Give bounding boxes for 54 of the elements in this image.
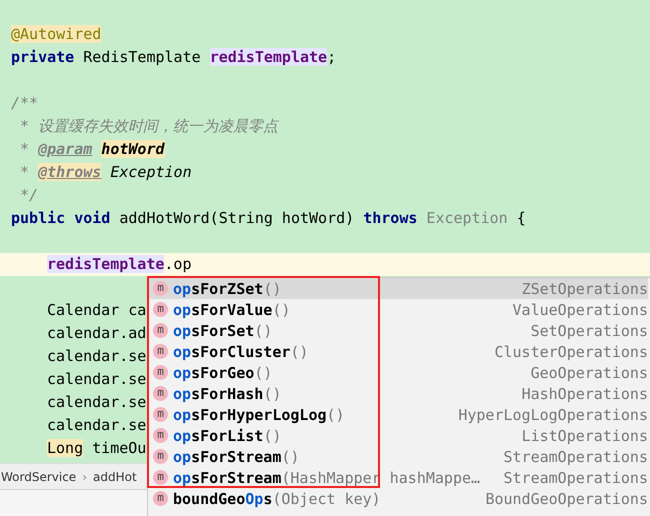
code-token: {	[516, 209, 526, 227]
completion-item[interactable]: m opsForCluster() ClusterOperations	[148, 341, 648, 362]
method-icon: m	[153, 365, 168, 380]
completion-item[interactable]: m opsForList() ListOperations	[148, 425, 648, 446]
code-token: calendar.se	[47, 416, 146, 434]
code-token: *	[19, 163, 30, 181]
method-icon: m	[153, 344, 168, 359]
code-token: Exception	[425, 209, 508, 227]
completion-item[interactable]: m opsForValue() ValueOperations	[148, 299, 648, 320]
code-token: ;	[327, 48, 336, 66]
code-token: Long	[47, 439, 84, 457]
method-icon: m	[153, 428, 168, 443]
method-icon: m	[153, 302, 168, 317]
code-token: hotWord	[101, 140, 165, 158]
code-token: * 设置缓存失效时间，统一为凌晨零点	[19, 117, 278, 135]
method-icon: m	[153, 491, 168, 506]
method-icon: m	[153, 407, 168, 422]
code-token: void	[73, 209, 110, 227]
code-token: @throws	[38, 163, 102, 181]
method-icon: m	[153, 281, 168, 296]
breadcrumb-item[interactable]: WordService	[1, 470, 76, 484]
completion-item[interactable]: m opsForHash() HashOperations	[148, 383, 648, 404]
code-token: public	[11, 209, 66, 227]
method-icon: m	[153, 386, 168, 401]
code-token: calendar.se	[47, 347, 146, 365]
code-token: addHotWord(String hotWord)	[118, 209, 356, 227]
code-token: */	[19, 186, 38, 204]
completion-item[interactable]: m boundGeoOps(Object key) BoundGeoOperations	[148, 488, 648, 509]
completion-item[interactable]: m opsForStream() StreamOperations	[148, 446, 648, 467]
code-token: .op	[164, 255, 192, 273]
code-token: @param	[38, 140, 92, 158]
code-token: calendar.se	[47, 393, 146, 411]
separator-glyph: ›	[82, 470, 88, 484]
method-icon: m	[153, 323, 168, 338]
breadcrumb-item[interactable]: addHot	[93, 470, 137, 484]
completion-item[interactable]: m opsForZSet() ZSetOperations	[148, 278, 648, 299]
completion-item[interactable]: m opsForSet() SetOperations	[148, 320, 648, 341]
code-token: Exception	[109, 163, 192, 181]
completion-item[interactable]: m opsForHyperLogLog() HyperLogLogOperations	[148, 404, 648, 425]
code-token: redisTemplate	[210, 48, 328, 66]
code-token: throws	[363, 209, 418, 227]
method-icon: m	[153, 449, 168, 464]
code-token: calendar.se	[47, 370, 146, 388]
completion-item[interactable]: m opsForGeo() GeoOperations	[148, 362, 648, 383]
code-token: calendar.ad	[47, 324, 146, 342]
method-icon: m	[153, 470, 168, 485]
code-token: private	[11, 48, 74, 66]
code-token: /**	[11, 94, 38, 112]
code-token: redisTemplate	[47, 255, 164, 273]
code-token: @Autowired	[11, 25, 102, 43]
code-token: *	[19, 140, 30, 158]
code-token: Calendar ca	[47, 301, 146, 319]
code-token: timeOu	[91, 439, 146, 457]
code-token: RedisTemplate	[82, 48, 202, 66]
